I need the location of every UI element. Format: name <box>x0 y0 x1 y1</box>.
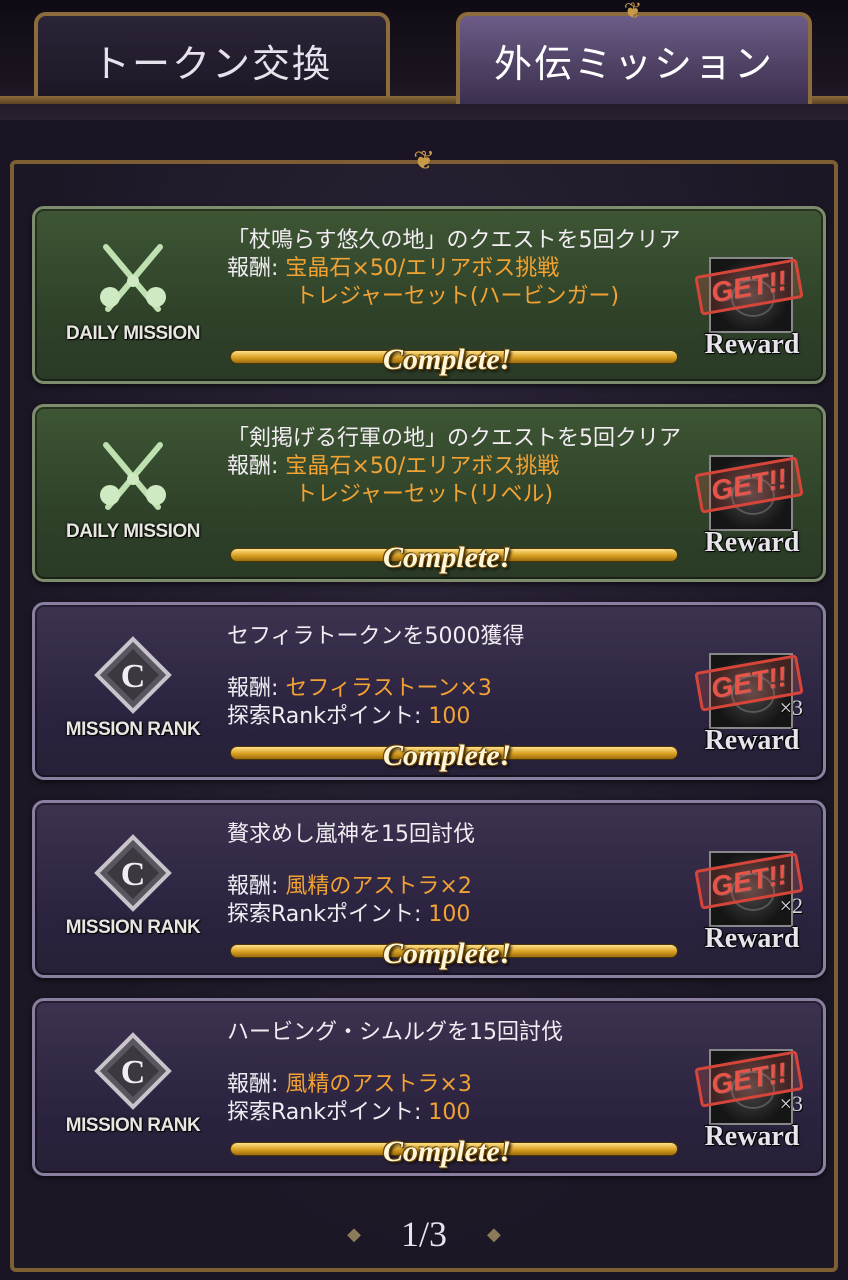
pagination: ◆ 1/3 ◆ <box>0 1212 848 1256</box>
reward-value: 風精のアストラ×3 <box>285 1072 472 1097</box>
reward-button[interactable]: GET!! ×3 Reward <box>694 649 807 759</box>
mission-card: DAILY MISSION 「剣掲げる行軍の地」のクエストを5回クリア 報酬: … <box>32 404 826 582</box>
page-indicator: 1/3 <box>400 1214 447 1254</box>
mission-description: 贅求めし嵐神を15回討伐 報酬: 風精のアストラ×2 探索Rankポイント: 1… <box>227 821 697 929</box>
points-value: 100 <box>428 902 471 927</box>
reward-value-cont: トレジャーセット(ハービンガー) <box>295 284 620 309</box>
reward-value-cont: トレジャーセット(リベル) <box>295 482 554 507</box>
points-label: 探索Rankポイント: <box>227 704 429 729</box>
badge-label: DAILY MISSION <box>66 521 200 542</box>
rank-c-icon: C <box>94 636 172 714</box>
mission-card: DAILY MISSION 「杖鳴らす悠久の地」のクエストを5回クリア 報酬: … <box>32 206 826 384</box>
badge-label: MISSION RANK <box>65 719 201 740</box>
mission-title: ハービング・シムルグを15回討伐 <box>227 1020 563 1045</box>
complete-label: Complete! <box>383 1135 512 1168</box>
reward-label: 報酬: <box>227 874 286 899</box>
points-value: 100 <box>428 704 471 729</box>
tab-bar: トークン交換 ❦ 外伝ミッション <box>0 0 848 120</box>
reward-button[interactable]: GET!! Reward <box>694 451 807 561</box>
reward-label: 報酬: <box>227 1072 286 1097</box>
complete-label: Complete! <box>383 739 512 772</box>
daily-mission-badge: DAILY MISSION <box>53 239 213 359</box>
ornament-icon: ❦ <box>413 146 435 176</box>
crossed-swords-icon <box>100 244 166 312</box>
reward-button[interactable]: GET!! ×2 Reward <box>694 847 807 957</box>
badge-label: MISSION RANK <box>65 917 201 938</box>
crossed-swords-icon <box>100 442 166 510</box>
mission-title: セフィラトークンを5000獲得 <box>227 624 525 649</box>
mission-description: ハービング・シムルグを15回討伐 報酬: 風精のアストラ×3 探索Rankポイン… <box>227 1019 697 1127</box>
mission-card: C MISSION RANK セフィラトークンを5000獲得 報酬: セフィラス… <box>32 602 826 780</box>
mission-description: 「剣掲げる行軍の地」のクエストを5回クリア 報酬: 宝晶石×50/エリアボス挑戦… <box>227 425 697 509</box>
mission-title: 「剣掲げる行軍の地」のクエストを5回クリア <box>227 426 681 451</box>
mission-rank-badge: C MISSION RANK <box>53 635 213 755</box>
tab-label: トークン交換 <box>91 41 332 86</box>
mission-card: C MISSION RANK 贅求めし嵐神を15回討伐 報酬: 風精のアストラ×… <box>32 800 826 978</box>
prev-page-icon[interactable]: ◆ <box>347 1224 361 1245</box>
complete-label: Complete! <box>383 343 512 376</box>
mission-rank-badge: C MISSION RANK <box>53 1031 213 1151</box>
reward-multiplier: ×3 <box>779 1091 803 1116</box>
badge-label: DAILY MISSION <box>66 323 200 344</box>
complete-label: Complete! <box>383 541 512 574</box>
daily-mission-badge: DAILY MISSION <box>53 437 213 557</box>
reward-value: セフィラストーン×3 <box>285 676 492 701</box>
reward-button-label: Reward <box>704 527 800 558</box>
next-page-icon[interactable]: ◆ <box>487 1224 501 1245</box>
reward-button-label: Reward <box>704 923 800 954</box>
mission-card: C MISSION RANK ハービング・シムルグを15回討伐 報酬: 風精のア… <box>32 998 826 1176</box>
tab-side-mission[interactable]: ❦ 外伝ミッション <box>456 1 812 104</box>
points-label: 探索Rankポイント: <box>227 902 429 927</box>
badge-label: MISSION RANK <box>65 1115 201 1136</box>
complete-label: Complete! <box>383 937 512 970</box>
rank-c-icon: C <box>94 834 172 912</box>
mission-rank-badge: C MISSION RANK <box>53 833 213 953</box>
rank-letter: C <box>121 1054 146 1091</box>
reward-multiplier: ×2 <box>779 893 803 918</box>
points-value: 100 <box>428 1100 471 1125</box>
reward-button-label: Reward <box>704 1121 800 1152</box>
mission-panel: ❦ DAILY MISSION 「杖鳴らす悠久の地」のクエストを5回クリア 報酬… <box>10 148 838 1272</box>
mission-description: セフィラトークンを5000獲得 報酬: セフィラストーン×3 探索Rankポイン… <box>227 623 697 731</box>
reward-button[interactable]: GET!! Reward <box>694 253 807 363</box>
reward-label: 報酬: <box>227 454 286 479</box>
tab-label: 外伝ミッション <box>493 41 774 86</box>
reward-value: 風精のアストラ×2 <box>285 874 472 899</box>
reward-button-label: Reward <box>704 725 800 756</box>
mission-title: 贅求めし嵐神を15回討伐 <box>227 822 475 847</box>
mission-title: 「杖鳴らす悠久の地」のクエストを5回クリア <box>227 228 681 253</box>
reward-multiplier: ×3 <box>779 695 803 720</box>
reward-label: 報酬: <box>227 676 286 701</box>
reward-label: 報酬: <box>227 256 286 281</box>
reward-button[interactable]: GET!! ×3 Reward <box>694 1045 807 1155</box>
reward-value: 宝晶石×50/エリアボス挑戦 <box>285 454 560 479</box>
rank-letter: C <box>121 658 146 695</box>
tab-token-exchange[interactable]: トークン交換 <box>34 12 390 104</box>
rank-c-icon: C <box>94 1032 172 1110</box>
reward-button-label: Reward <box>704 329 800 360</box>
mission-description: 「杖鳴らす悠久の地」のクエストを5回クリア 報酬: 宝晶石×50/エリアボス挑戦… <box>227 227 697 311</box>
reward-value: 宝晶石×50/エリアボス挑戦 <box>285 256 560 281</box>
rank-letter: C <box>121 856 146 893</box>
ornament-icon: ❦ <box>623 0 645 24</box>
points-label: 探索Rankポイント: <box>227 1100 429 1125</box>
